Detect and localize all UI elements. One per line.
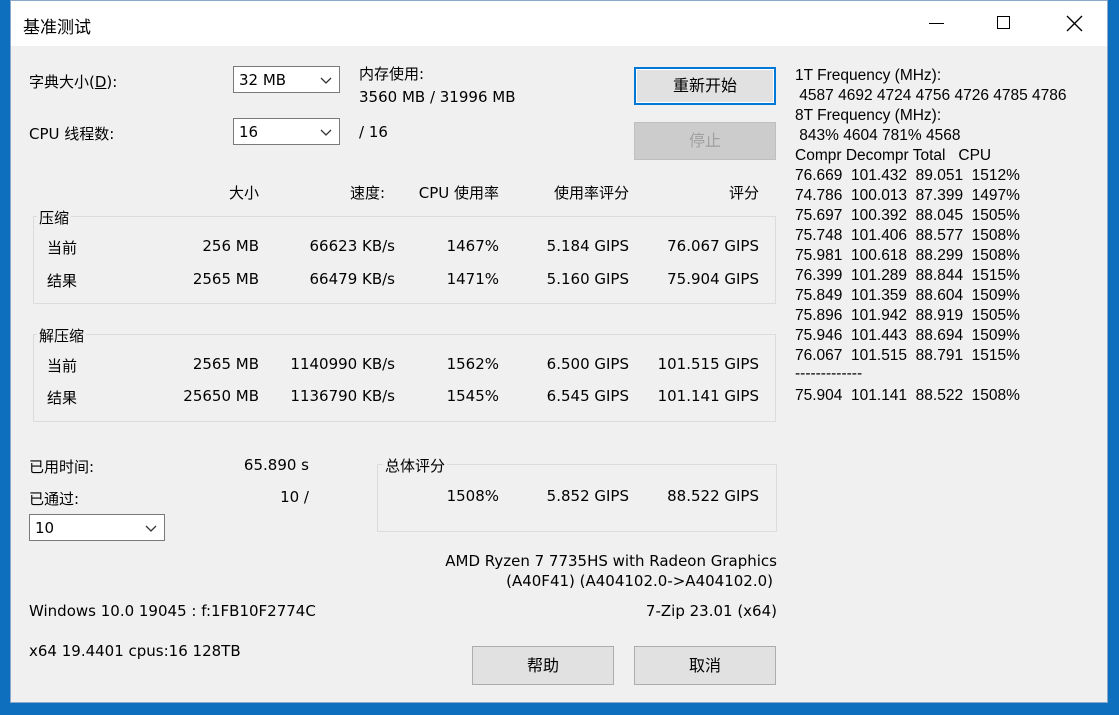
compress-result-size: 2565 MB [192, 270, 259, 288]
window-title: 基准测试 [23, 18, 91, 38]
compress-current-rating-usage: 5.184 GIPS [546, 237, 629, 255]
decompress-current-cpu: 1562% [446, 355, 499, 373]
threads-label: CPU 线程数: [29, 125, 115, 143]
decompress-current-rating: 101.515 GIPS [657, 355, 759, 373]
total-group-label: 总体评分 [383, 455, 448, 476]
compress-result-rating-usage: 5.160 GIPS [546, 270, 629, 288]
log-row: 76.067 101.515 88.791 1515% [795, 347, 1020, 364]
log-separator: ------------- [795, 365, 863, 382]
log-freq1-values: 4587 4692 4724 4756 4726 4785 4786 [795, 87, 1067, 104]
header-rating-usage: 使用率评分 [553, 184, 629, 202]
arch-info: x64 19.4401 cpus:16 128TB [29, 642, 241, 660]
cpu-name: AMD Ryzen 7 7735HS with Radeon Graphics [445, 552, 777, 570]
compress-current-size: 256 MB [202, 237, 259, 255]
decompress-result-label: 结果 [47, 389, 78, 407]
decompress-result-rating: 101.141 GIPS [657, 387, 759, 405]
log-row: 75.946 101.443 88.694 1509% [795, 327, 1020, 344]
total-rating-usage: 5.852 GIPS [546, 487, 629, 505]
header-rating: 评分 [728, 184, 759, 202]
log-row: 75.748 101.406 88.577 1508% [795, 227, 1020, 244]
decompress-current-rating-usage: 6.500 GIPS [546, 355, 629, 373]
log-header: Compr Decompr Total CPU [795, 147, 992, 164]
passes-select[interactable]: 10 [29, 514, 165, 541]
log-total-row: 75.904 101.141 88.522 1508% [795, 387, 1020, 404]
benchmark-window: 基准测试 字典大小(D): 32 MB CPU 线程数: 16 / 16 内存使… [10, 0, 1108, 703]
decompress-group-label: 解压缩 [37, 325, 87, 346]
log-row: 76.399 101.289 88.844 1515% [795, 267, 1020, 284]
maximize-icon [997, 16, 1010, 29]
stop-button[interactable]: 停止 [634, 122, 776, 160]
log-row: 75.896 101.942 88.919 1505% [795, 307, 1020, 324]
memory-value: 3560 MB / 31996 MB [359, 88, 516, 106]
compress-result-cpu: 1471% [446, 270, 499, 288]
cpu-id: (A40F41) (A404102.0->A404102.0) [506, 572, 773, 590]
passes-value: 10 / [280, 488, 309, 506]
restart-button[interactable]: 重新开始 [634, 67, 776, 105]
minimize-icon [929, 23, 944, 24]
elapsed-value: 65.890 s [243, 456, 309, 474]
compress-result-label: 结果 [47, 272, 78, 290]
compress-group [33, 216, 776, 304]
dict-size-label: 字典大小(D): [29, 73, 118, 91]
threads-value: 16 [239, 123, 259, 141]
dict-size-select[interactable]: 32 MB [233, 66, 340, 93]
header-size: 大小 [228, 184, 259, 202]
decompress-current-size: 2565 MB [192, 355, 259, 373]
version-info: 7-Zip 23.01 (x64) [645, 602, 777, 620]
os-info: Windows 10.0 19045 : f:1FB10F2774C [29, 602, 316, 620]
header-cpu-usage: CPU 使用率 [418, 184, 499, 202]
elapsed-label: 已用时间: [29, 458, 95, 476]
total-rating: 88.522 GIPS [667, 487, 759, 505]
header-speed: 速度: [349, 184, 385, 202]
log-row: 75.697 100.392 88.045 1505% [795, 207, 1020, 224]
decompress-result-size: 25650 MB [183, 387, 259, 405]
log-row: 76.669 101.432 89.051 1512% [795, 167, 1020, 184]
decompress-current-speed: 1140990 KB/s [290, 355, 395, 373]
close-button[interactable] [1051, 1, 1097, 46]
compress-group-label: 压缩 [37, 207, 72, 228]
close-icon [1066, 15, 1083, 32]
compress-current-speed: 66623 KB/s [309, 237, 395, 255]
decompress-group [33, 334, 776, 422]
threads-select[interactable]: 16 [233, 118, 340, 145]
decompress-result-cpu: 1545% [446, 387, 499, 405]
title-bar: 基准测试 [11, 1, 1107, 46]
log-row: 75.849 101.359 88.604 1509% [795, 287, 1020, 304]
help-button[interactable]: 帮助 [472, 646, 614, 685]
cancel-button[interactable]: 取消 [634, 646, 776, 685]
passes-label: 已通过: [29, 490, 80, 508]
decompress-result-rating-usage: 6.545 GIPS [546, 387, 629, 405]
dict-size-value: 32 MB [239, 71, 287, 89]
compress-current-label: 当前 [47, 239, 78, 257]
log-freq1-label: 1T Frequency (MHz): [795, 67, 942, 84]
chevron-down-icon [320, 129, 332, 136]
decompress-result-speed: 1136790 KB/s [290, 387, 395, 405]
threads-total: / 16 [359, 123, 388, 141]
log-freq8-values: 843% 4604 781% 4568 [795, 127, 961, 144]
compress-current-cpu: 1467% [446, 237, 499, 255]
log-freq8-label: 8T Frequency (MHz): [795, 107, 942, 124]
passes-select-value: 10 [35, 519, 55, 537]
compress-result-rating: 75.904 GIPS [667, 270, 759, 288]
compress-result-speed: 66479 KB/s [309, 270, 395, 288]
total-cpu: 1508% [446, 487, 499, 505]
decompress-current-label: 当前 [47, 357, 78, 375]
chevron-down-icon [320, 77, 332, 84]
minimize-button[interactable] [913, 1, 959, 46]
memory-label: 内存使用: [359, 65, 425, 83]
maximize-button[interactable] [981, 1, 1027, 46]
compress-current-rating: 76.067 GIPS [667, 237, 759, 255]
log-row: 75.981 100.618 88.299 1508% [795, 247, 1020, 264]
log-row: 74.786 100.013 87.399 1497% [795, 187, 1020, 204]
chevron-down-icon [145, 525, 157, 532]
